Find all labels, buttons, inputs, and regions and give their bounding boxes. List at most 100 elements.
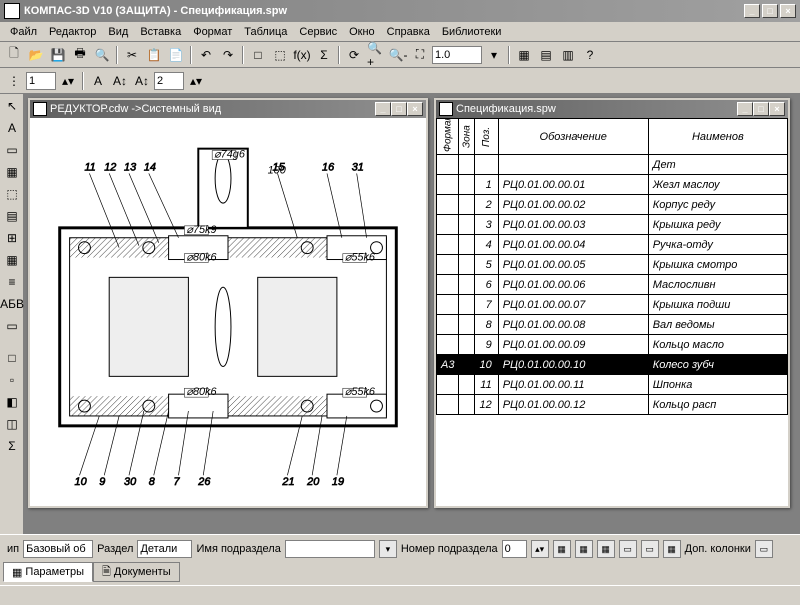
tool-button[interactable]: ▭	[641, 540, 659, 558]
print-button[interactable]: 🖶	[70, 45, 90, 65]
subname-input[interactable]	[285, 540, 375, 558]
save-button[interactable]: 💾	[48, 45, 68, 65]
count-input[interactable]	[154, 72, 184, 90]
paste-button[interactable]: 📄	[166, 45, 186, 65]
child-maximize[interactable]: □	[753, 102, 769, 116]
spinner-button[interactable]: ▴▾	[531, 540, 549, 558]
spec-titlebar[interactable]: Спецификация.spw _ □ ×	[436, 100, 788, 118]
tool[interactable]: ⊞	[2, 228, 22, 248]
table-row[interactable]: 7РЦ0.01.00.00.07Крышка подши	[437, 295, 788, 315]
grid-button[interactable]: ▦	[575, 540, 593, 558]
spec-window[interactable]: Спецификация.spw _ □ × Формат Зона Поз. …	[434, 98, 790, 508]
preview-button[interactable]: 🔍	[92, 45, 112, 65]
menu-window[interactable]: Окно	[343, 24, 381, 40]
child-minimize[interactable]: _	[375, 102, 391, 116]
page-input[interactable]	[26, 72, 56, 90]
cut-button[interactable]: ✂	[122, 45, 142, 65]
maximize-button[interactable]: □	[762, 4, 778, 18]
subnum-input[interactable]	[502, 540, 527, 558]
zoom-fit-button[interactable]: ⛶	[410, 45, 430, 65]
tool[interactable]: □	[2, 348, 22, 368]
tool[interactable]: ≡	[2, 272, 22, 292]
spec-table[interactable]: Формат Зона Поз. Обозначение Наименов Де…	[436, 118, 788, 415]
drawing-titlebar[interactable]: РЕДУКТОР.cdw ->Системный вид _ □ ×	[30, 100, 426, 118]
menu-view[interactable]: Вид	[102, 24, 134, 40]
table-row[interactable]: 11РЦ0.01.00.00.11Шпонка	[437, 375, 788, 395]
table-row[interactable]: 2РЦ0.01.00.00.02Корпус реду	[437, 195, 788, 215]
table-row[interactable]: 6РЦ0.01.00.00.06Маслосливн	[437, 275, 788, 295]
child-minimize[interactable]: _	[737, 102, 753, 116]
tool-a-button[interactable]: A	[88, 71, 108, 91]
table-row[interactable]: 1РЦ0.01.00.00.01Жезл маслоу	[437, 175, 788, 195]
table-row[interactable]: 3РЦ0.01.00.00.03Крышка реду	[437, 215, 788, 235]
grid-button[interactable]: ▦	[597, 540, 615, 558]
drawing-canvas[interactable]: 11 12 13 14 15 16 31 10 9 30 8 7	[30, 118, 426, 506]
tool-au-button[interactable]: A↕	[110, 71, 130, 91]
tool-button[interactable]: ⬚	[270, 45, 290, 65]
sigma-tool[interactable]: Σ	[2, 436, 22, 456]
tool[interactable]: ▦	[2, 162, 22, 182]
tool[interactable]: ▦	[2, 250, 22, 270]
table-row[interactable]: А310РЦ0.01.00.00.10Колесо зубч	[437, 355, 788, 375]
child-close[interactable]: ×	[407, 102, 423, 116]
tool[interactable]: АБВ	[2, 294, 22, 314]
tool[interactable]: ▭	[2, 140, 22, 160]
dropdown-button[interactable]: ▾	[484, 45, 504, 65]
table-row[interactable]: Дет	[437, 155, 788, 175]
tool[interactable]: ▭	[2, 316, 22, 336]
table-row[interactable]: 5РЦ0.01.00.00.05Крышка смотро	[437, 255, 788, 275]
tool-au2-button[interactable]: A↕	[132, 71, 152, 91]
tool-button[interactable]: ▦	[663, 540, 681, 558]
menu-file[interactable]: Файл	[4, 24, 43, 40]
tool[interactable]: ▤	[2, 206, 22, 226]
new-button[interactable]: 🗋	[4, 45, 24, 65]
child-maximize[interactable]: □	[391, 102, 407, 116]
tool[interactable]: ◧	[2, 392, 22, 412]
tool-button[interactable]: ▭	[619, 540, 637, 558]
tool-button[interactable]: □	[248, 45, 268, 65]
layout-button[interactable]: ▥	[558, 45, 578, 65]
type-input[interactable]	[23, 540, 93, 558]
close-button[interactable]: ×	[780, 4, 796, 18]
drawing-window[interactable]: РЕДУКТОР.cdw ->Системный вид _ □ ×	[28, 98, 428, 508]
text-tool[interactable]: A	[2, 118, 22, 138]
menu-insert[interactable]: Вставка	[134, 24, 187, 40]
layout-button[interactable]: ▦	[514, 45, 534, 65]
zoom-input[interactable]	[432, 46, 482, 64]
tool-button[interactable]: ▭	[755, 540, 773, 558]
table-row[interactable]: 4РЦ0.01.00.00.04Ручка-отду	[437, 235, 788, 255]
layout-button[interactable]: ▤	[536, 45, 556, 65]
dropdown-button[interactable]: ▾	[379, 540, 397, 558]
table-row[interactable]: 12РЦ0.01.00.00.12Кольцо расп	[437, 395, 788, 415]
table-row[interactable]: 9РЦ0.01.00.00.09Кольцо масло	[437, 335, 788, 355]
table-row[interactable]: 8РЦ0.01.00.00.08Вал ведомы	[437, 315, 788, 335]
tab-parameters[interactable]: ▦ Параметры	[3, 562, 93, 582]
menu-table[interactable]: Таблица	[238, 24, 293, 40]
redo-button[interactable]: ↷	[218, 45, 238, 65]
help-button[interactable]: ?	[580, 45, 600, 65]
tool[interactable]: ◫	[2, 414, 22, 434]
section-input[interactable]	[137, 540, 192, 558]
zoom-out-button[interactable]: 🔍-	[388, 45, 408, 65]
spinner-button[interactable]: ▴▾	[58, 71, 78, 91]
fx-button[interactable]: f(x)	[292, 45, 312, 65]
menu-editor[interactable]: Редактор	[43, 24, 102, 40]
cursor-tool[interactable]: ↖	[2, 96, 22, 116]
grid-button[interactable]: ▦	[553, 540, 571, 558]
refresh-button[interactable]: ⟳	[344, 45, 364, 65]
copy-button[interactable]: 📋	[144, 45, 164, 65]
undo-button[interactable]: ↶	[196, 45, 216, 65]
menu-format[interactable]: Формат	[187, 24, 238, 40]
sigma-button[interactable]: Σ	[314, 45, 334, 65]
minimize-button[interactable]: _	[744, 4, 760, 18]
spinner-button[interactable]: ▴▾	[186, 71, 206, 91]
zoom-in-button[interactable]: 🔍+	[366, 45, 386, 65]
tool[interactable]: ▫	[2, 370, 22, 390]
tab-documents[interactable]: 🗎 Документы	[93, 562, 180, 582]
tool[interactable]: ⬚	[2, 184, 22, 204]
child-close[interactable]: ×	[769, 102, 785, 116]
menu-help[interactable]: Справка	[381, 24, 436, 40]
menu-libraries[interactable]: Библиотеки	[436, 24, 508, 40]
open-button[interactable]: 📂	[26, 45, 46, 65]
menu-service[interactable]: Сервис	[293, 24, 343, 40]
